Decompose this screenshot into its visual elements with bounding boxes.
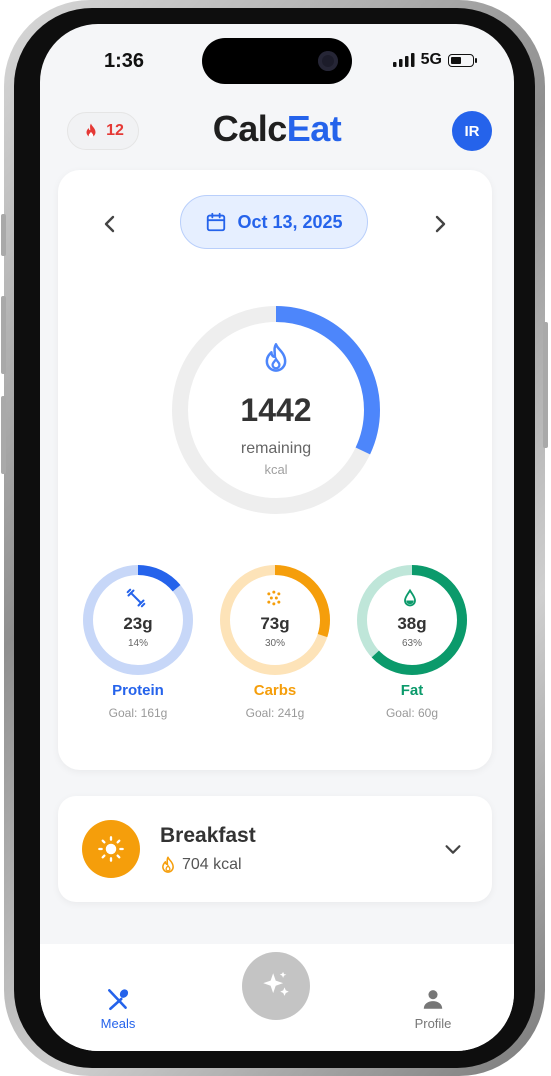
tab-profile[interactable]: Profile (393, 986, 473, 1031)
meal-title: Breakfast (160, 824, 256, 847)
app-header: 12 CalcEat IR (40, 108, 514, 152)
protein-label: Protein (112, 682, 164, 699)
logo-eat: Eat (286, 108, 342, 149)
battery-icon (448, 53, 477, 67)
dumbbell-icon (126, 588, 146, 608)
tab-meals[interactable]: Meals (78, 986, 158, 1031)
calorie-ring: 1442 remaining kcal (170, 304, 382, 516)
calorie-center: 1442 remaining kcal (170, 304, 382, 516)
bottom-tab-bar: Meals Profile (40, 944, 514, 1051)
macro-protein[interactable]: 23g 14% Protein Goal: 161g (80, 564, 196, 734)
chevron-left-icon[interactable] (98, 212, 122, 236)
meal-kcal-value: 704 kcal (182, 856, 242, 873)
ai-add-button[interactable] (242, 952, 310, 1020)
fat-goal: Goal: 60g (385, 706, 439, 720)
protein-goal: Goal: 161g (108, 706, 168, 720)
app-logo: CalcEat (40, 108, 514, 150)
chevron-right-icon[interactable] (428, 212, 452, 236)
action-button (1, 214, 6, 256)
dynamic-island (202, 38, 352, 84)
sparkles-icon (263, 971, 289, 996)
calories-unit: kcal (264, 462, 288, 477)
app-screen: 1:36 5G 12 CalcEat IR Oct 13, 2025 1442 … (40, 24, 514, 1051)
calendar-icon (207, 212, 226, 232)
meal-card-breakfast[interactable]: Breakfast 704 kcal (58, 796, 492, 902)
camera-icon (318, 51, 338, 71)
network-type: 5G (420, 51, 442, 68)
meal-kcal: 704 kcal (160, 856, 242, 874)
date-label: Oct 13, 2025 (237, 211, 343, 232)
volume-up-button (1, 296, 6, 374)
tab-meals-label: Meals (100, 1016, 136, 1031)
person-icon (423, 990, 443, 1009)
logo-calc: Calc (212, 108, 288, 149)
carbs-percent: 30% (264, 638, 285, 649)
macro-carbs[interactable]: 73g 30% Carbs Goal: 241g (217, 564, 333, 734)
grain-icon (267, 590, 281, 606)
droplet-icon (404, 588, 416, 607)
fat-percent: 63% (401, 638, 422, 649)
daily-summary-card: Oct 13, 2025 1442 remaining kcal 23g 14%… (58, 170, 492, 770)
macro-fat[interactable]: 38g 63% Fat Goal: 60g (354, 564, 470, 734)
power-button (543, 322, 548, 448)
carbs-goal: Goal: 241g (245, 706, 305, 720)
chevron-down-icon[interactable] (442, 838, 464, 860)
utensils-icon (108, 989, 129, 1011)
status-bar: 1:36 5G (40, 24, 514, 94)
avatar[interactable]: IR (452, 111, 492, 151)
sun-icon (82, 820, 140, 878)
date-picker-button[interactable]: Oct 13, 2025 (180, 195, 368, 249)
calories-remaining-label: remaining (240, 440, 312, 457)
carbs-value: 73g (260, 614, 290, 633)
protein-percent: 14% (127, 638, 148, 649)
fat-label: Fat (400, 682, 424, 699)
status-time: 1:36 (104, 50, 145, 72)
status-indicators: 5G (392, 51, 477, 69)
flame-icon (265, 343, 287, 372)
volume-down-button (1, 396, 6, 474)
calories-remaining-value: 1442 (240, 392, 312, 428)
carbs-label: Carbs (253, 682, 297, 699)
flame-icon (162, 856, 174, 873)
fat-value: 38g (397, 614, 427, 633)
signal-icon (392, 53, 415, 67)
tab-profile-label: Profile (414, 1016, 452, 1031)
protein-value: 23g (123, 614, 153, 633)
